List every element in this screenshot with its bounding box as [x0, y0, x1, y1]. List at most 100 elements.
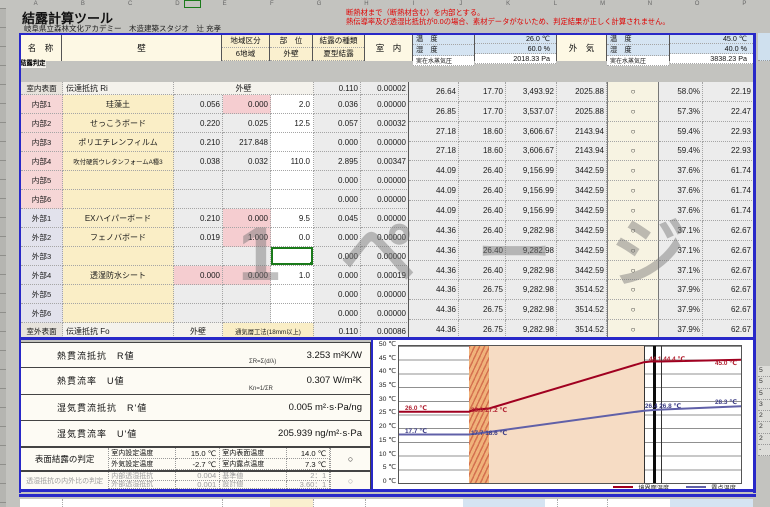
cell[interactable]: 26.40: [459, 201, 506, 221]
indoor-set-temp-value[interactable]: 15.0 ℃: [176, 448, 220, 459]
table-row[interactable]: 内部3ポリエチレンフィルム0.210217.8480.0000.00000: [21, 133, 409, 152]
cell[interactable]: 0.00032: [361, 114, 409, 133]
cell[interactable]: 9,282.98: [506, 280, 557, 300]
table-row[interactable]: 44.0926.409,156.993442.59○37.6%61.74: [409, 161, 754, 181]
cell[interactable]: 内部5: [21, 171, 63, 190]
cell[interactable]: 44.09: [409, 201, 459, 221]
cell[interactable]: 0.00000: [361, 171, 409, 190]
table-row[interactable]: 外部50.0000.00000: [21, 285, 409, 304]
cell[interactable]: ○: [607, 300, 659, 320]
indoor-rh-value[interactable]: 60.0 %: [475, 44, 556, 54]
cell[interactable]: 27.18: [409, 122, 459, 142]
cell[interactable]: 26.85: [409, 102, 459, 122]
cell[interactable]: 0.038: [174, 152, 223, 171]
table-row[interactable]: 44.3626.409,282.983442.59○37.1%62.67: [409, 261, 754, 281]
part-label[interactable]: 部 位: [270, 34, 312, 48]
table-row[interactable]: 外部60.0000.00000: [21, 304, 409, 323]
cell[interactable]: 外部1: [21, 209, 63, 228]
cell[interactable]: 0.110: [314, 82, 361, 95]
table-row[interactable]: 外部2フェノバボード0.0191.0000.00.0000.00000: [21, 228, 409, 247]
column-headers[interactable]: ABCDEFGHIJKLMNOP: [12, 0, 768, 8]
cell[interactable]: 0.220: [174, 114, 223, 133]
cell[interactable]: [271, 133, 314, 152]
outdoor-condition-labels[interactable]: 温 度 湿 度 実在水蒸気圧: [607, 34, 670, 61]
cell[interactable]: [223, 171, 271, 190]
outdoor-rh-value[interactable]: 40.0 %: [670, 44, 753, 54]
cell[interactable]: 3442.59: [557, 161, 607, 181]
cell[interactable]: 0.00347: [361, 152, 409, 171]
cell[interactable]: 0.00019: [361, 266, 409, 285]
table-row[interactable]: 44.0926.409,156.993442.59○37.6%61.74: [409, 181, 754, 201]
cell[interactable]: 22.47: [703, 102, 754, 122]
cell[interactable]: [271, 304, 314, 323]
cell[interactable]: [63, 304, 174, 323]
cell[interactable]: ○: [607, 181, 659, 201]
cell[interactable]: [63, 171, 174, 190]
cell[interactable]: 61.74: [703, 181, 754, 201]
cell[interactable]: 37.9%: [659, 300, 703, 320]
cell[interactable]: 22.19: [703, 82, 754, 102]
cell[interactable]: [174, 190, 223, 209]
cell[interactable]: 2143.94: [557, 122, 607, 142]
cell[interactable]: 9,282.98: [506, 241, 557, 261]
row-headers[interactable]: [0, 8, 6, 507]
outdoor-set-temp-value[interactable]: -2.7 ℃: [176, 459, 220, 470]
condensation-type-block[interactable]: 結露の種類 夏型結露: [313, 34, 365, 61]
cell[interactable]: 57.3%: [659, 102, 703, 122]
cell[interactable]: 3514.52: [557, 320, 607, 340]
part-block[interactable]: 部 位 外壁: [270, 34, 313, 61]
cell[interactable]: EXハイパーボード: [63, 209, 174, 228]
cell[interactable]: 外壁: [174, 323, 223, 340]
cell[interactable]: 22.93: [703, 122, 754, 142]
cell[interactable]: 0.000: [223, 266, 271, 285]
cell[interactable]: 吹付硬質ウレタンフォームA種3: [63, 152, 174, 171]
cell[interactable]: 0.00000: [361, 304, 409, 323]
indoor-condition-values[interactable]: 26.0 ℃ 60.0 % 2018.33 Pa: [475, 34, 557, 61]
cell[interactable]: 37.9%: [659, 280, 703, 300]
cell[interactable]: 0.019: [174, 228, 223, 247]
table-row[interactable]: 44.3626.759,282.983514.52○37.9%62.67: [409, 320, 754, 340]
cell[interactable]: ○: [607, 102, 659, 122]
cell[interactable]: 0.210: [174, 209, 223, 228]
cell[interactable]: 62.67: [703, 280, 754, 300]
cell[interactable]: 2143.94: [557, 142, 607, 162]
surface-condensation-check[interactable]: 表面結露の判定 室内設定温度 15.0 ℃ 室内表面温度 14.0 ℃ 外気設定…: [20, 447, 371, 471]
material-layers-table[interactable]: 室内表面伝達抵抗 Ri外壁0.1100.00002内部1珪藻土0.0560.00…: [20, 82, 409, 340]
cell[interactable]: [174, 247, 223, 266]
cell[interactable]: せっこうボード: [63, 114, 174, 133]
table-row[interactable]: 内部1珪藻土0.0560.0002.00.0360.00000: [21, 95, 409, 114]
cell[interactable]: 0.00000: [361, 133, 409, 152]
cell[interactable]: 室内表面: [21, 82, 63, 95]
region-block[interactable]: 地域区分 6地域: [222, 34, 270, 61]
cell[interactable]: [63, 285, 174, 304]
cell[interactable]: 9,156.99: [506, 181, 557, 201]
cell[interactable]: [174, 285, 223, 304]
table-row[interactable]: 44.3626.759,282.983514.52○37.9%62.67: [409, 300, 754, 320]
cell[interactable]: 9,282.98: [506, 221, 557, 241]
thermal-resistance-row[interactable]: 熱貫流抵抗 R値 ΣR=Σ(d/λ) 3.253 m²K/W: [20, 342, 371, 368]
cell[interactable]: 内部1: [21, 95, 63, 114]
cell[interactable]: 外部4: [21, 266, 63, 285]
cell[interactable]: 0.00000: [361, 247, 409, 266]
cell[interactable]: 0.000: [314, 285, 361, 304]
cell[interactable]: 9,282.98: [506, 320, 557, 340]
cell[interactable]: 9,282.98: [506, 261, 557, 281]
cell[interactable]: 3442.59: [557, 221, 607, 241]
u-value-row[interactable]: 熱貫流率 U値 Kn=1/ΣR 0.307 W/m²K: [20, 368, 371, 394]
cell[interactable]: 0.0: [271, 228, 314, 247]
summary-block[interactable]: 熱貫流抵抗 R値 ΣR=Σ(d/λ) 3.253 m²K/W 熱貫流率 U値 K…: [20, 342, 371, 447]
cell[interactable]: 内部3: [21, 133, 63, 152]
region-label[interactable]: 地域区分: [222, 34, 269, 48]
name-header[interactable]: 名 称: [20, 34, 62, 61]
cell[interactable]: 17.70: [459, 102, 506, 122]
cell[interactable]: 0.210: [174, 133, 223, 152]
cell[interactable]: 26.64: [409, 82, 459, 102]
cell[interactable]: 37.6%: [659, 201, 703, 221]
cell[interactable]: 62.67: [703, 221, 754, 241]
table-row[interactable]: 44.3626.409,282.983442.59○37.1%62.67: [409, 241, 754, 261]
cell[interactable]: 外部6: [21, 304, 63, 323]
table-row[interactable]: 内部60.0000.00000: [21, 190, 409, 209]
cell[interactable]: 9,156.99: [506, 161, 557, 181]
cell[interactable]: 37.6%: [659, 161, 703, 181]
cell[interactable]: 3,606.67: [506, 122, 557, 142]
